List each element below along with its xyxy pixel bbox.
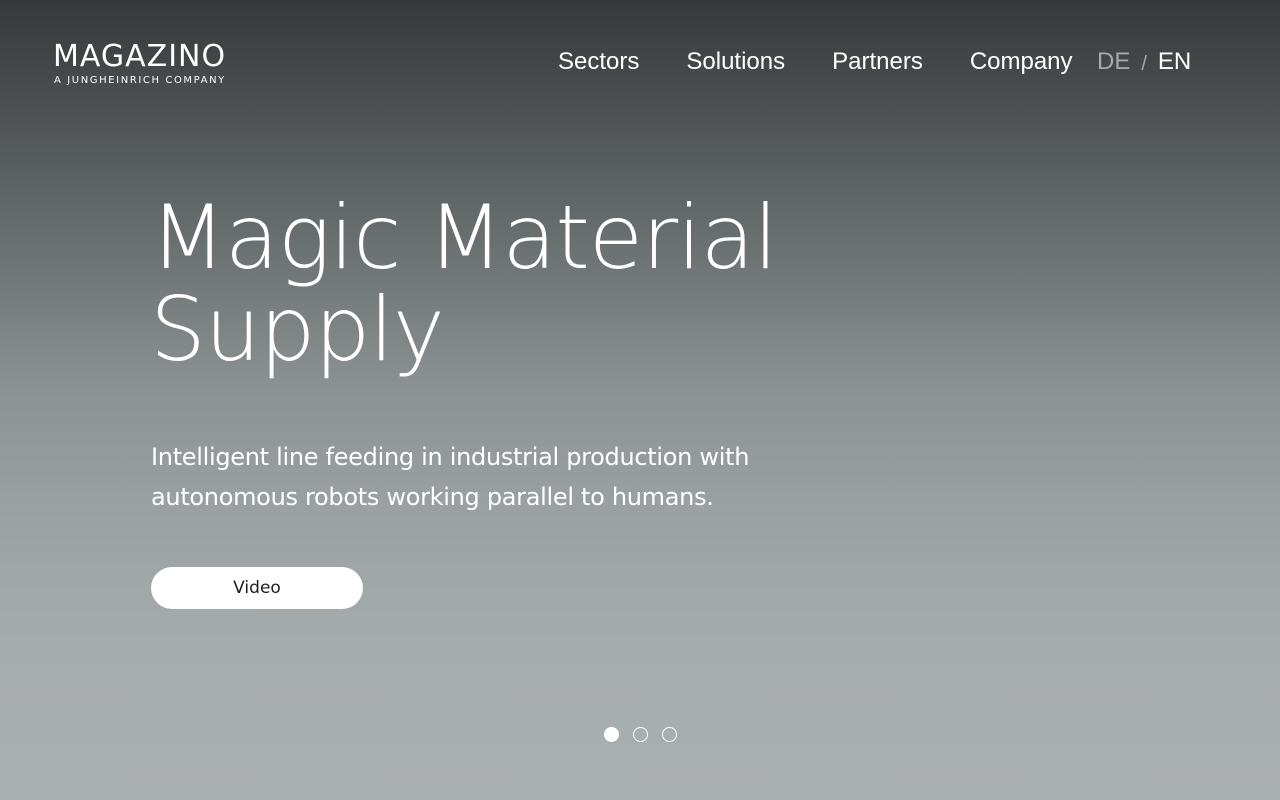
nav-item-partners[interactable]: Partners [832, 46, 923, 78]
nav-item-solutions[interactable]: Solutions [686, 46, 785, 78]
hero-subtitle: Intelligent line feeding in industrial p… [151, 443, 750, 511]
carousel-dot-3[interactable] [662, 727, 677, 742]
language-option-de[interactable]: DE [1097, 46, 1130, 78]
nav-item-company[interactable]: Company [970, 46, 1073, 78]
language-separator: / [1141, 53, 1147, 75]
carousel-pagination [604, 727, 677, 742]
magazino-logo[interactable]: MAGAZINO A JUNGHEINRICH COMPANY [53, 40, 226, 87]
hero-title: Magic Material Supply [150, 192, 850, 376]
nav-item-sectors[interactable]: Sectors [558, 46, 639, 78]
hero-title-line-1: Magic Material [150, 186, 778, 289]
logo-tagline: A JUNGHEINRICH COMPANY [54, 75, 226, 86]
logo-wordmark: MAGAZINO [53, 39, 227, 74]
language-option-en[interactable]: EN [1158, 46, 1191, 78]
carousel-dot-2[interactable] [633, 727, 648, 742]
language-switcher: DE / EN [1097, 46, 1191, 78]
main-nav: Sectors Solutions Partners Company [558, 46, 1073, 78]
video-button[interactable]: Video [151, 567, 363, 609]
hero-title-line-2: Supply [150, 278, 445, 381]
carousel-dot-1[interactable] [604, 727, 619, 742]
